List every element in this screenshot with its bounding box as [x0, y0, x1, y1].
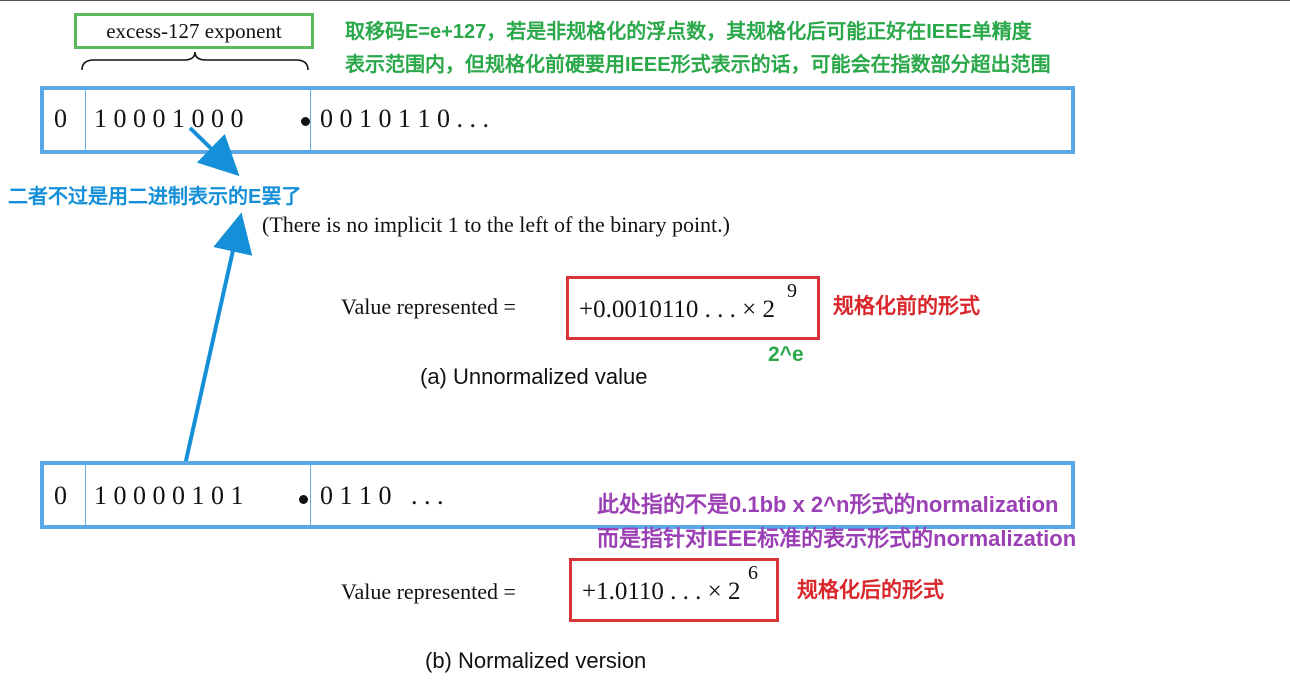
implicit-one-note: (There is no implicit 1 to the left of t… [262, 212, 730, 237]
purple-note-line2: 而是指针对IEEE标准的表示形式的normalization [597, 526, 1077, 551]
value-box-a: +0.0010110 . . . × 2 9 [566, 276, 820, 340]
power-note: 2^e [768, 343, 804, 366]
caption-a: (a) Unnormalized value [420, 364, 648, 389]
blue-note: 二者不过是用二进制表示的E罢了 [8, 186, 302, 208]
sign-bit-b: 0 [54, 481, 67, 510]
value-box-b: +1.0110 . . . × 2 6 [569, 558, 779, 622]
red-note-before: 规格化前的形式 [833, 295, 980, 318]
value-label-b: Value represented = [341, 579, 516, 604]
fraction-bits-b: 0 1 1 0 . . . [320, 481, 444, 510]
arrow-from-exponent-b [181, 212, 253, 475]
arrow-to-exponent-a [188, 126, 240, 177]
value-label-a: Value represented = [341, 294, 516, 319]
exponent-sup-b: 6 [748, 562, 758, 584]
mantissa-a: +0.0010110 . . . × 2 [579, 296, 776, 323]
purple-note-line1: 此处指的不是0.1bb x 2^n形式的normalization [597, 492, 1059, 517]
exponent-sup-a: 9 [787, 280, 797, 302]
binary-point-b [299, 495, 308, 504]
exponent-bits-b: 1 0 0 0 0 1 0 1 [94, 481, 244, 510]
mantissa-b: +1.0110 . . . × 2 [582, 578, 741, 605]
caption-b: (b) Normalized version [425, 648, 647, 673]
red-note-after: 规格化后的形式 [797, 579, 944, 602]
